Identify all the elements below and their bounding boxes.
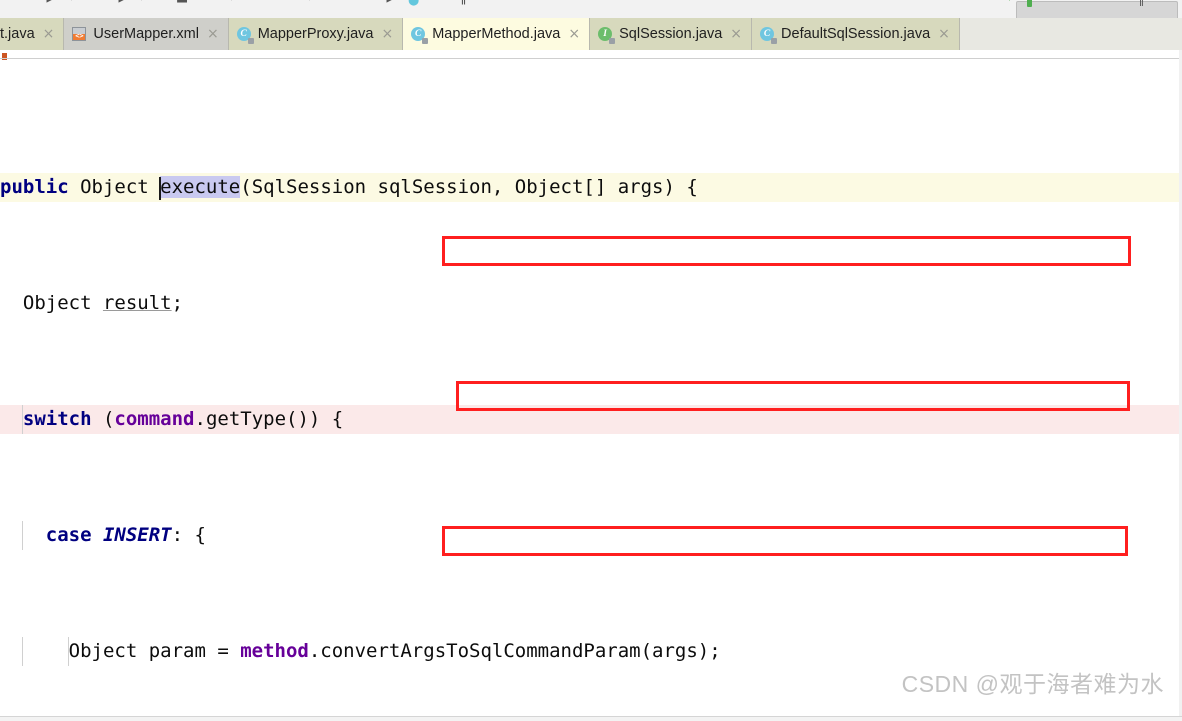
visibility-badge-icon (422, 37, 429, 44)
run-configuration-widget[interactable]: ‖ (1016, 0, 1178, 18)
breadcrumb-divider (0, 58, 1182, 59)
sync-icon[interactable]: ● (408, 0, 419, 8)
pause-program-icon[interactable]: ‖ (1139, 0, 1145, 8)
tab-label: SqlSession.java (619, 26, 723, 42)
visibility-badge-icon (247, 37, 254, 44)
xml-file-icon-glyph: <> (72, 26, 87, 41)
java-class-icon: C (236, 26, 254, 44)
search-everywhere-icon[interactable]: ▾ (1004, 0, 1015, 5)
code-line[interactable]: Object result; (0, 289, 1182, 318)
stop-icon[interactable]: ■ (176, 0, 187, 5)
debug-icon[interactable]: ▶ (118, 0, 129, 5)
editor-tab-bar: t.java × <> UserMapper.xml × C MapperPro… (0, 18, 1182, 51)
xml-file-icon: <> (72, 26, 87, 42)
close-icon[interactable]: × (43, 27, 55, 41)
visibility-badge-icon (609, 37, 616, 44)
code-line[interactable]: switch (command.getType()) { (0, 405, 1182, 434)
tab-label: UserMapper.xml (93, 26, 199, 42)
editor-bottom-strip (0, 716, 1182, 721)
code-content[interactable]: public Object execute(SqlSession sqlSess… (0, 86, 1182, 721)
run-icon[interactable]: ▶ (46, 0, 57, 5)
code-line[interactable]: public Object execute(SqlSession sqlSess… (0, 173, 1182, 202)
run-status-indicator (1027, 0, 1032, 7)
java-class-icon: C (411, 26, 429, 44)
close-icon[interactable]: × (207, 27, 219, 41)
java-interface-icon: I (598, 26, 616, 44)
run-dropdown-icon[interactable]: ▾ (66, 0, 77, 5)
close-icon[interactable]: × (730, 27, 742, 41)
debug-dropdown-icon[interactable]: ▾ (136, 0, 147, 5)
code-editor[interactable]: public Object execute(SqlSession sqlSess… (0, 50, 1182, 721)
tab-usermapper-xml[interactable]: <> UserMapper.xml × (64, 18, 229, 50)
tab-mappermethod-java[interactable]: C MapperMethod.java × (403, 18, 591, 50)
close-icon[interactable]: × (381, 27, 393, 41)
csdn-watermark: CSDN @观于海者难为水 (901, 671, 1164, 697)
tab-defaultsqlsession-java[interactable]: C DefaultSqlSession.java × (752, 18, 960, 50)
code-line[interactable]: case INSERT: { (0, 521, 1182, 550)
visibility-badge-icon (771, 37, 778, 44)
close-icon[interactable]: × (938, 27, 950, 41)
toolbar-strip: ▶ ▾ ▶ ▾ ■ ▾ ▾ ▶ ● ‖ ▾ ‖ (0, 0, 1182, 19)
close-icon[interactable]: × (568, 27, 580, 41)
tab-t-java[interactable]: t.java × (0, 18, 65, 50)
build-icon[interactable]: ▶ (386, 0, 397, 5)
java-class-icon: C (760, 26, 778, 44)
tab-sqlsession-java[interactable]: I SqlSession.java × (590, 18, 753, 50)
tab-label: MapperMethod.java (432, 26, 561, 42)
profile-icon[interactable]: ▾ (304, 0, 315, 5)
tab-mapperproxy-java[interactable]: C MapperProxy.java × (228, 18, 404, 50)
pause-icon[interactable]: ‖ (458, 0, 469, 5)
coverage-icon[interactable]: ▾ (226, 0, 237, 5)
code-line[interactable]: Object param = method.convertArgsToSqlCo… (0, 637, 1182, 666)
tab-label: t.java (0, 26, 35, 42)
tab-label: MapperProxy.java (257, 26, 374, 42)
tab-label: DefaultSqlSession.java (781, 26, 931, 42)
